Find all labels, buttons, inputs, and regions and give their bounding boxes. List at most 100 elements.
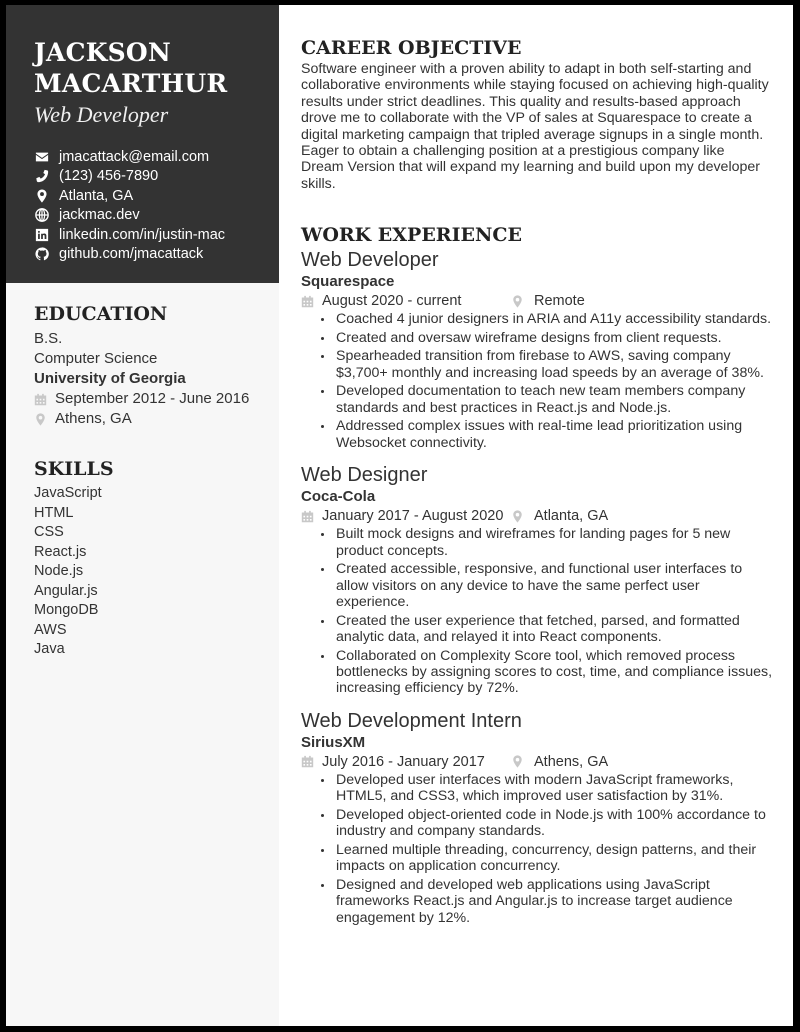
job-dates: January 2017 - August 2020: [301, 506, 511, 526]
objective-heading: CAREER OBJECTIVE: [301, 37, 522, 59]
job-position: Web Designer: [301, 464, 428, 487]
job-company: SiriusXM: [301, 733, 366, 751]
contact-text: (123) 456-7890: [59, 168, 159, 185]
map-pin-icon: [34, 189, 50, 203]
skill-item: HTML: [34, 504, 74, 521]
job-position: Web Developer: [301, 249, 439, 272]
contact-phone[interactable]: (123) 456-7890: [34, 167, 279, 187]
job-bullets: Coached 4 junior designers in ARIA and A…: [315, 311, 793, 451]
education-location-text: Athens, GA: [55, 410, 132, 427]
job-company: Coca-Cola: [301, 488, 376, 506]
job-location-text: Remote: [534, 293, 585, 310]
map-pin-icon: [513, 295, 522, 308]
education-heading: EDUCATION: [34, 303, 168, 325]
skill-item: React.js: [34, 543, 87, 560]
map-pin-icon: [513, 510, 522, 523]
job-bullet: Created the user experience that fetched…: [315, 613, 775, 646]
skill-item: Node.js: [34, 563, 84, 579]
skills-section: SKILLS JavaScript HTML CSS React.js Node…: [34, 456, 279, 660]
map-pin-icon: [513, 755, 522, 768]
job-company: Squarespace: [301, 273, 395, 291]
skill-item: Java: [34, 641, 65, 657]
job-bullet: Created and oversaw wireframe designs fr…: [315, 330, 775, 346]
job-title: Web Developer: [34, 102, 169, 127]
job-location: Atlanta, GA: [511, 506, 608, 526]
job-bullet: Spearheaded transition from firebase to …: [315, 348, 775, 381]
skill-item: CSS: [34, 524, 64, 540]
job-bullet: Built mock designs and wireframes for la…: [315, 526, 775, 559]
skill-item: JavaScript: [34, 485, 102, 501]
contact-github[interactable]: github.com/jmacattack: [34, 245, 279, 265]
job-entry: Web Development Intern SiriusXM July 201…: [301, 709, 793, 926]
contact-linkedin[interactable]: linkedin.com/in/justin-mac: [34, 225, 279, 245]
sidebar: JACKSON MACARTHUR Web Developer jmacatta…: [6, 5, 279, 1026]
job-bullet: Learned multiple threading, concurrency,…: [315, 842, 775, 875]
globe-icon: [34, 208, 50, 223]
job-list: Web Developer Squarespace August 2020 - …: [301, 248, 793, 926]
objective-text: Software engineer with a proven ability …: [301, 61, 769, 192]
job-position: Web Development Intern: [301, 709, 522, 732]
education-location: Athens, GA: [34, 409, 279, 429]
education-section: EDUCATION B.S. Computer Science Universi…: [34, 301, 279, 429]
job-bullet: Developed documentation to teach new tea…: [315, 383, 775, 416]
education-field: Computer Science: [34, 350, 158, 367]
job-dates-text: July 2016 - January 2017: [322, 753, 485, 770]
job-meta: August 2020 - current Remote: [301, 291, 793, 311]
job-bullets: Built mock designs and wireframes for la…: [315, 526, 793, 697]
github-icon: [34, 247, 50, 261]
job-location-text: Athens, GA: [534, 753, 609, 770]
work-heading: WORK EXPERIENCE: [301, 224, 522, 247]
job-dates-text: January 2017 - August 2020: [322, 508, 504, 525]
job-bullet: Addressed complex issues with real-time …: [315, 418, 775, 451]
job-meta: July 2016 - January 2017 Athens, GA: [301, 752, 793, 772]
job-entry: Web Designer Coca-Cola January 2017 - Au…: [301, 463, 793, 697]
job-bullet: Designed and developed web applications …: [315, 877, 775, 926]
education-degree: B.S.: [34, 330, 63, 347]
skills-heading: SKILLS: [34, 458, 114, 480]
contact-text: linkedin.com/in/justin-mac: [59, 226, 226, 243]
contact-email[interactable]: jmacattack@email.com: [34, 147, 279, 167]
main-content: CAREER OBJECTIVE Software engineer with …: [279, 5, 793, 1026]
job-meta: January 2017 - August 2020 Atlanta, GA: [301, 506, 793, 526]
job-location-text: Atlanta, GA: [534, 508, 609, 525]
job-bullet: Collaborated on Complexity Score tool, w…: [315, 648, 775, 697]
header-block: JACKSON MACARTHUR Web Developer jmacatta…: [6, 5, 279, 283]
job-location: Athens, GA: [511, 752, 608, 772]
education-school: University of Georgia: [34, 370, 186, 387]
contact-text: Atlanta, GA: [59, 187, 134, 204]
job-bullet: Coached 4 junior designers in ARIA and A…: [315, 311, 775, 327]
job-bullet: Created accessible, responsive, and func…: [315, 561, 775, 610]
skill-item: Angular.js: [34, 582, 98, 599]
sidebar-body: EDUCATION B.S. Computer Science Universi…: [6, 283, 279, 660]
contact-text: jackmac.dev: [59, 207, 140, 224]
job-bullet: Developed user interfaces with modern Ja…: [315, 772, 775, 805]
skill-item: AWS: [34, 621, 67, 638]
job-bullets: Developed user interfaces with modern Ja…: [315, 772, 793, 926]
calendar-icon: [34, 393, 47, 405]
education-dates: September 2012 - June 2016: [34, 389, 279, 409]
name-last: MACARTHUR: [34, 69, 228, 98]
name-first: JACKSON: [34, 38, 171, 67]
linkedin-icon: [34, 228, 50, 242]
calendar-icon: [301, 756, 314, 768]
resume-page: JACKSON MACARTHUR Web Developer jmacatta…: [6, 5, 793, 1026]
contact-text: jmacattack@email.com: [59, 148, 210, 165]
calendar-icon: [301, 295, 314, 307]
skill-item: MongoDB: [34, 602, 99, 618]
job-dates: August 2020 - current: [301, 291, 511, 311]
phone-icon: [34, 169, 50, 183]
job-dates-text: August 2020 - current: [322, 293, 462, 310]
work-section: WORK EXPERIENCE Web Developer Squarespac…: [301, 222, 793, 926]
contact-list: jmacattack@email.com (123) 456-7890 Atla…: [34, 147, 279, 264]
contact-website[interactable]: jackmac.dev: [34, 206, 279, 226]
contact-location: Atlanta, GA: [34, 186, 279, 206]
envelope-icon: [34, 150, 50, 164]
job-entry: Web Developer Squarespace August 2020 - …: [301, 248, 793, 451]
job-dates: July 2016 - January 2017: [301, 752, 511, 772]
education-dates-text: September 2012 - June 2016: [55, 390, 250, 407]
objective-section: CAREER OBJECTIVE Software engineer with …: [301, 35, 793, 192]
map-pin-icon: [36, 412, 45, 426]
job-location: Remote: [511, 291, 585, 311]
contact-text: github.com/jmacattack: [59, 246, 204, 263]
calendar-icon: [301, 510, 314, 522]
